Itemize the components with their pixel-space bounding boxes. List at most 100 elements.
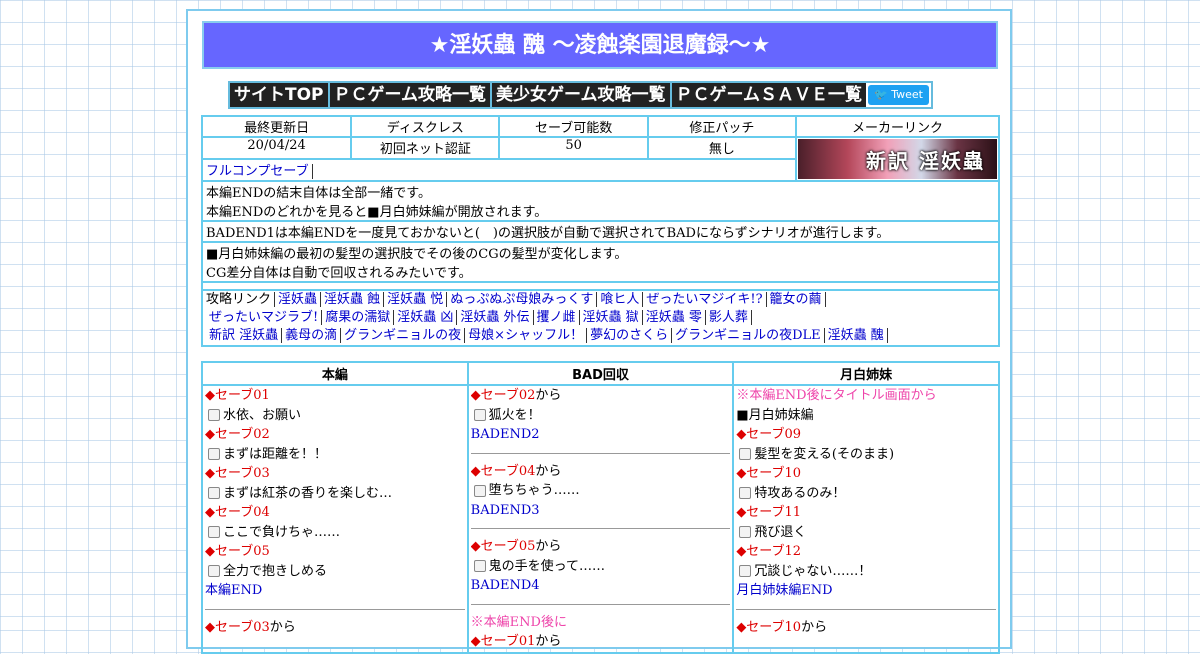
guide-link[interactable]: 淫妖蟲 bbox=[275, 292, 322, 307]
save-slot-label: ◆セーブ04 bbox=[205, 505, 270, 520]
choice-checkbox[interactable] bbox=[473, 560, 486, 572]
save-from-heading: ◆セーブ03から bbox=[205, 618, 465, 638]
route-title: ■月白姉妹編 bbox=[736, 407, 814, 423]
choice-label: まずは距離を！！ bbox=[223, 446, 328, 462]
save-slot-label: ◆セーブ04 bbox=[470, 463, 536, 479]
guide-link[interactable]: 喰ヒ人 bbox=[597, 292, 644, 307]
save-slot-label: ◆セーブ02 bbox=[470, 388, 536, 403]
guide-links-row: ぜったいマジラブ! 腐果の濡獄 淫妖蟲 凶淫妖蟲 外伝 攫ノ雌 淫妖蟲 獄淫妖蟲 零影人… bbox=[206, 309, 995, 327]
choice-checkbox[interactable] bbox=[739, 448, 752, 460]
save-from-heading: ◆セーブ10から bbox=[736, 618, 996, 638]
twitter-bird-icon: 🐦 bbox=[874, 88, 888, 101]
choice-label: まずは紅茶の香りを楽しむ… bbox=[223, 485, 393, 501]
save-from-suffix: から bbox=[269, 619, 296, 635]
guide-link[interactable]: 母娘×シャッフル！ bbox=[465, 328, 588, 343]
route-note: ※本編END後にタイトル画面から bbox=[736, 388, 937, 403]
nav-pc-game-saves[interactable]: ＰＣゲームＳＡＶＥ一覧 bbox=[671, 83, 867, 107]
guide-link[interactable]: 義母の滴 bbox=[282, 328, 342, 343]
guide-links-row: 新訳 淫妖蟲 義母の滴 グランギニョルの夜 母娘×シャッフル！ 夢幻のさくら グランギニョ… bbox=[206, 327, 995, 345]
choice-label: 堕ちちゃう…… bbox=[488, 483, 580, 498]
choice-checkbox[interactable] bbox=[473, 484, 486, 497]
note-text: 本編ENDのどれかを見ると■月白姉妹編が開放されます。 bbox=[206, 205, 548, 220]
value-patch: 無し bbox=[646, 136, 798, 160]
guide-link[interactable]: 影人葬 bbox=[705, 310, 752, 325]
choice-item: 冗談じゃない……！ bbox=[736, 562, 996, 582]
guide-link[interactable]: 籠女の繭 bbox=[766, 292, 826, 307]
tweet-label: Tweet bbox=[891, 88, 923, 101]
nav-bishoujo-game-guides[interactable]: 美少女ゲーム攻略一覧 bbox=[492, 83, 672, 107]
ending-label: BADEND2 bbox=[470, 427, 540, 442]
page-container: ★淫妖蟲 醜 ～凌蝕楽園退魔録～★ サイトTOP ＰＣゲーム攻略一覧 美少女ゲー… bbox=[186, 9, 1012, 654]
choice-item: 飛び退く bbox=[736, 523, 996, 543]
save-from-heading: ◆セーブ02から bbox=[471, 386, 731, 406]
choice-checkbox[interactable] bbox=[739, 565, 752, 577]
choice-label: 狐火を！ bbox=[488, 407, 541, 423]
header-maker-link: メーカーリンク bbox=[795, 115, 1000, 138]
choice-label: ここで負けちゃ…… bbox=[223, 524, 341, 540]
guide-link[interactable]: ぜったいマジイキ!? bbox=[643, 292, 767, 307]
save-from-suffix: から bbox=[535, 463, 562, 479]
guide-link[interactable]: 腐果の濡獄 bbox=[322, 310, 395, 325]
save-slot-label: ◆セーブ09 bbox=[736, 427, 802, 442]
ending-label: BADEND4 bbox=[470, 578, 540, 593]
maker-banner-link[interactable]: 新訳 淫妖蟲 bbox=[798, 139, 997, 179]
guide-link[interactable]: 淫妖蟲 凶 bbox=[394, 310, 458, 325]
tweet-button[interactable]: 🐦 Tweet bbox=[868, 85, 929, 105]
choice-checkbox[interactable] bbox=[739, 487, 752, 499]
choice-checkbox[interactable] bbox=[208, 487, 220, 499]
choice-item: 全力で抱きしめる bbox=[205, 562, 465, 582]
value-last-updated: 20/04/24 bbox=[200, 136, 353, 160]
guide-link[interactable]: 攫ノ雌 bbox=[533, 310, 580, 325]
column-bad-route: ◆セーブ02から 狐火を！ BADEND2 ◆セーブ04から 堕ちちゃう…… BADEND… bbox=[466, 384, 735, 654]
maker-banner-logo: 新訳 淫妖蟲 bbox=[866, 149, 985, 173]
guide-link[interactable]: 淫妖蟲 醜 bbox=[824, 328, 888, 343]
note-3: ■月白姉妹編の最初の髪型の選択肢でその後のCGの髪型が変化します。 CG差分自体… bbox=[201, 241, 1000, 283]
guide-link[interactable]: 淫妖蟲 蝕 bbox=[321, 292, 385, 307]
guide-link[interactable]: グランギニョルの夜DLE bbox=[672, 328, 825, 343]
guide-link[interactable]: 淫妖蟲 零 bbox=[642, 310, 706, 325]
choice-checkbox[interactable] bbox=[473, 409, 486, 421]
choice-checkbox[interactable] bbox=[208, 448, 220, 460]
save-from-heading: ◆セーブ05から bbox=[471, 537, 731, 557]
header-patch: 修正パッチ bbox=[646, 115, 798, 138]
save-slot-label: ◆セーブ10 bbox=[736, 466, 802, 481]
value-diskless: 初回ネット認証 bbox=[350, 136, 501, 160]
choice-item: 髪型を変える(そのまま) bbox=[736, 445, 996, 465]
choice-checkbox[interactable] bbox=[208, 565, 220, 577]
route-note: ※本編END後に bbox=[470, 614, 567, 630]
guide-link[interactable]: 淫妖蟲 悦 bbox=[384, 292, 448, 307]
column-header-main: 本編 bbox=[201, 361, 469, 386]
choice-item: 狐火を！ bbox=[471, 406, 731, 426]
nav-site-top[interactable]: サイトTOP bbox=[230, 83, 330, 107]
save-slot-label: ◆セーブ03 bbox=[205, 619, 270, 635]
nav-pc-game-guides[interactable]: ＰＣゲーム攻略一覧 bbox=[329, 83, 493, 107]
ending-label: 本編END bbox=[205, 583, 263, 598]
note-text: ■月白姉妹編の最初の髪型の選択肢でその後のCGの髪型が変化します。 bbox=[206, 247, 628, 262]
choice-checkbox[interactable] bbox=[739, 526, 752, 538]
choice-label: 鬼の手を使って…… bbox=[488, 558, 606, 574]
header-diskless: ディスクレス bbox=[350, 115, 501, 138]
save-slot-label: ◆セーブ05 bbox=[470, 539, 536, 554]
choice-checkbox[interactable] bbox=[208, 526, 220, 538]
save-from-suffix: から bbox=[535, 634, 562, 649]
save-slot-label: ◆セーブ11 bbox=[736, 505, 802, 520]
note-2: BADEND1は本編ENDを一度見ておかないと( )の選択肢が自動で選択されてB… bbox=[201, 220, 1000, 243]
note-text: CG差分自体は自動で回収されるみたいです。 bbox=[206, 266, 472, 281]
ending-label: BADEND3 bbox=[470, 502, 540, 518]
site-nav: サイトTOP ＰＣゲーム攻略一覧 美少女ゲーム攻略一覧 ＰＣゲームＳＡＶＥ一覧 … bbox=[228, 81, 933, 109]
guide-link[interactable]: 淫妖蟲 獄 bbox=[579, 310, 643, 325]
guide-link[interactable]: ぜったいマジラブ! bbox=[206, 310, 323, 325]
guide-link[interactable]: 新訳 淫妖蟲 bbox=[206, 328, 283, 343]
guide-link[interactable]: ぬっぷぬぷ母娘みっくす bbox=[447, 292, 598, 307]
choice-checkbox[interactable] bbox=[208, 409, 220, 421]
guide-link[interactable]: グランギニョルの夜 bbox=[341, 328, 466, 343]
guide-link[interactable]: 淫妖蟲 外伝 bbox=[457, 310, 534, 325]
spacer-row bbox=[201, 281, 1000, 291]
full-complete-save-link[interactable]: フルコンプセーブ bbox=[206, 164, 309, 179]
game-info-table: 最終更新日 ディスクレス セーブ可能数 修正パッチ メーカーリンク 20/04/… bbox=[200, 115, 1000, 347]
save-from-suffix: から bbox=[535, 539, 562, 554]
save-slot-label: ◆セーブ03 bbox=[205, 466, 270, 481]
ending-label: 月白姉妹編END bbox=[736, 583, 833, 598]
choice-item: 水依、お願い bbox=[205, 406, 465, 426]
guide-link[interactable]: 夢幻のさくら bbox=[587, 328, 673, 343]
